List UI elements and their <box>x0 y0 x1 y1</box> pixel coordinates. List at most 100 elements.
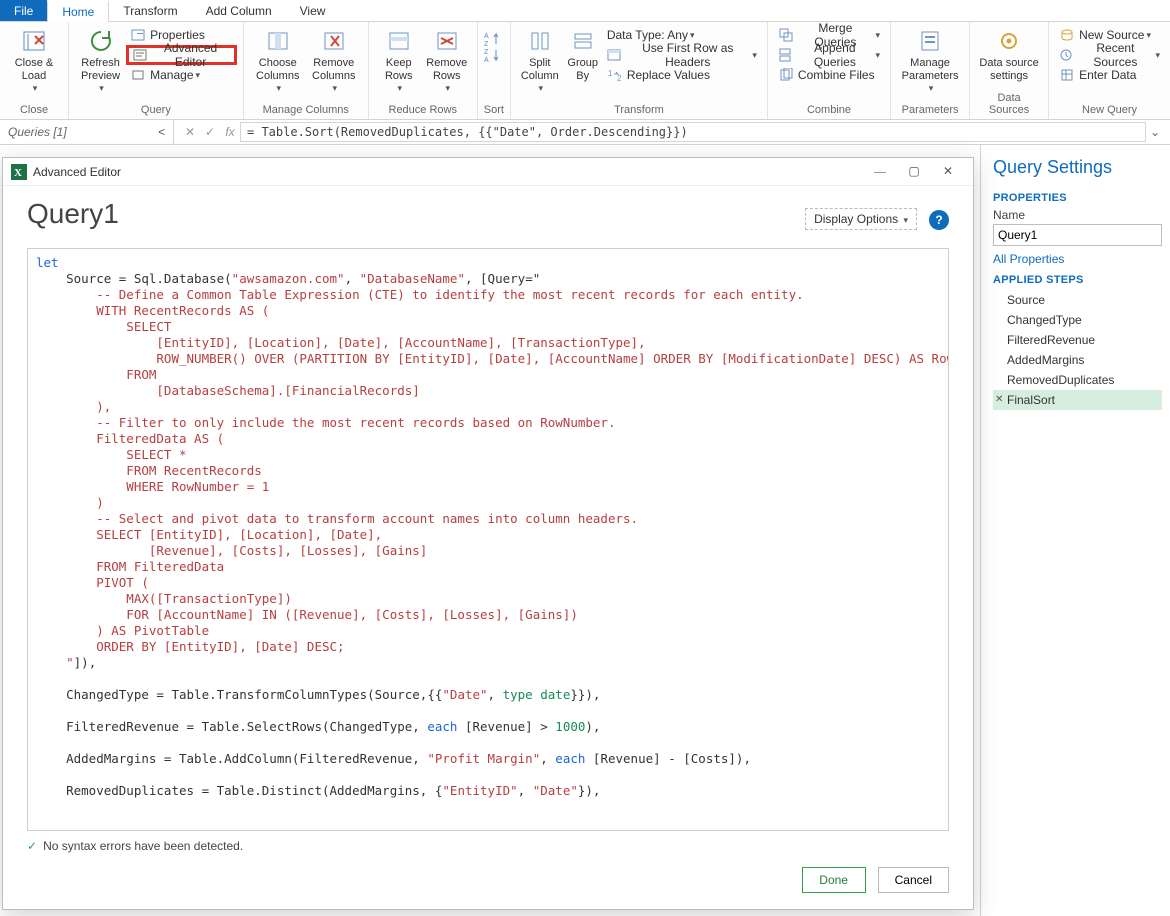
first-row-icon <box>607 47 621 63</box>
accept-formula-icon[interactable]: ✓ <box>200 125 220 139</box>
group-label-parameters: Parameters <box>897 102 963 119</box>
remove-columns-icon <box>320 27 348 55</box>
applied-step[interactable]: RemovedDuplicates <box>993 370 1162 390</box>
formula-row: Queries [1] < ✕ ✓ fx ⌄ <box>0 120 1170 145</box>
excel-icon: X <box>11 164 27 180</box>
queries-pane-header[interactable]: Queries [1] < <box>0 120 174 144</box>
ribbon-group-transform: Split Column▾ Group By Data Type: Any▾ U… <box>511 22 768 119</box>
choose-columns-label: Choose Columns <box>256 57 299 83</box>
manage-button[interactable]: Manage▾ <box>126 65 237 85</box>
editor-heading: Query1 <box>27 198 805 230</box>
all-properties-link[interactable]: All Properties <box>993 252 1162 266</box>
done-button[interactable]: Done <box>802 867 866 893</box>
help-button[interactable]: ? <box>929 210 949 230</box>
svg-text:X: X <box>14 167 22 179</box>
close-window-button[interactable]: ✕ <box>931 158 965 185</box>
code-editor[interactable]: let Source = Sql.Database("awsamazon.com… <box>27 248 949 831</box>
sort-desc-button[interactable]: ZA <box>484 47 502 63</box>
group-by-button[interactable]: Group By <box>563 25 603 85</box>
combine-files-label: Combine Files <box>798 68 875 82</box>
tab-transform[interactable]: Transform <box>109 0 191 21</box>
new-source-icon <box>1059 27 1075 43</box>
group-label-manage-columns: Manage Columns <box>250 102 362 119</box>
dropdown-caret-icon: ▾ <box>752 50 757 61</box>
enter-data-button[interactable]: Enter Data <box>1055 65 1164 85</box>
manage-parameters-button[interactable]: Manage Parameters▾ <box>897 25 963 96</box>
replace-values-button[interactable]: 12Replace Values <box>603 65 761 85</box>
advanced-editor-button[interactable]: Advanced Editor <box>126 45 237 65</box>
parameters-icon <box>916 27 944 55</box>
applied-step[interactable]: AddedMargins <box>993 350 1162 370</box>
dropdown-caret-icon: ▾ <box>1146 30 1151 41</box>
close-and-load-button[interactable]: Close & Load▾ <box>6 25 62 96</box>
split-column-button[interactable]: Split Column▾ <box>517 25 563 96</box>
maximize-button[interactable]: ▢ <box>897 158 931 185</box>
group-label-close: Close <box>6 102 62 119</box>
combine-files-button[interactable]: Combine Files <box>774 65 884 85</box>
ribbon-group-combine: Merge Queries▾ Append Queries▾ Combine F… <box>768 22 891 119</box>
recent-icon <box>1059 47 1073 63</box>
applied-step[interactable]: Source <box>993 290 1162 310</box>
data-source-settings-button[interactable]: Data source settings <box>976 25 1042 85</box>
dropdown-caret-icon: ▾ <box>397 83 402 94</box>
append-icon <box>778 47 792 63</box>
dropdown-caret-icon: ▾ <box>33 83 38 94</box>
remove-rows-label: Remove Rows <box>426 57 467 83</box>
cancel-formula-icon[interactable]: ✕ <box>180 125 200 139</box>
close-load-label: Close & Load <box>15 57 54 83</box>
manage-icon <box>130 67 146 83</box>
dropdown-caret-icon: ▾ <box>929 83 934 94</box>
display-options-button[interactable]: Display Options ▾ <box>805 208 917 230</box>
formula-expand-icon[interactable]: ⌄ <box>1146 125 1164 139</box>
dropdown-caret-icon: ▾ <box>196 70 201 81</box>
settings-title: Query Settings <box>993 157 1162 178</box>
enter-data-label: Enter Data <box>1079 68 1136 82</box>
remove-columns-button[interactable]: Remove Columns▾ <box>306 25 362 96</box>
syntax-status: ✓ No syntax errors have been detected. <box>3 831 973 857</box>
group-label-combine: Combine <box>774 102 884 119</box>
sort-asc-button[interactable]: AZ <box>484 31 502 47</box>
tab-file[interactable]: File <box>0 0 47 21</box>
tab-view[interactable]: View <box>286 0 340 21</box>
choose-columns-button[interactable]: Choose Columns▾ <box>250 25 306 96</box>
remove-rows-icon <box>433 27 461 55</box>
fx-icon[interactable]: fx <box>220 125 240 139</box>
svg-text:A: A <box>484 33 489 40</box>
tab-home[interactable]: Home <box>47 0 109 22</box>
cancel-button[interactable]: Cancel <box>878 867 949 893</box>
dropdown-caret-icon: ▾ <box>445 83 450 94</box>
dropdown-caret-icon: ▾ <box>539 83 544 94</box>
tab-add-column[interactable]: Add Column <box>192 0 286 21</box>
refresh-preview-button[interactable]: Refresh Preview▾ <box>75 25 126 96</box>
minimize-button[interactable]: — <box>863 158 897 185</box>
remove-rows-button[interactable]: Remove Rows▾ <box>423 25 471 96</box>
applied-step[interactable]: ChangedType <box>993 310 1162 330</box>
dropdown-caret-icon: ▾ <box>876 30 881 41</box>
keep-rows-button[interactable]: Keep Rows▾ <box>375 25 423 96</box>
append-queries-button[interactable]: Append Queries▾ <box>774 45 884 65</box>
keep-rows-label: Keep Rows <box>385 57 413 83</box>
group-label-new-query: New Query <box>1055 102 1164 119</box>
query-name-input[interactable] <box>993 224 1162 246</box>
gear-icon <box>995 27 1023 55</box>
formula-bar-input[interactable] <box>240 122 1146 142</box>
applied-steps-list: SourceChangedTypeFilteredRevenueAddedMar… <box>993 290 1162 410</box>
parameters-label: Manage Parameters <box>902 57 959 83</box>
applied-step[interactable]: FinalSort <box>993 390 1162 410</box>
dropdown-caret-icon: ▾ <box>690 30 695 41</box>
status-text: No syntax errors have been detected. <box>43 839 243 853</box>
enter-data-icon <box>1059 67 1075 83</box>
ribbon-group-parameters: Manage Parameters▾ Parameters <box>891 22 970 119</box>
editor-titlebar[interactable]: X Advanced Editor — ▢ ✕ <box>3 158 973 186</box>
first-row-headers-button[interactable]: Use First Row as Headers▾ <box>603 45 761 65</box>
tab-bar: File Home Transform Add Column View <box>0 0 1170 22</box>
svg-text:Z: Z <box>484 49 489 56</box>
split-column-label: Split Column <box>521 57 559 83</box>
keep-rows-icon <box>385 27 413 55</box>
replace-label: Replace Values <box>627 68 710 82</box>
applied-step[interactable]: FilteredRevenue <box>993 330 1162 350</box>
group-label-sort: Sort <box>484 102 504 119</box>
ribbon-group-reduce-rows: Keep Rows▾ Remove Rows▾ Reduce Rows <box>369 22 478 119</box>
recent-sources-button[interactable]: Recent Sources▾ <box>1055 45 1164 65</box>
chevron-left-icon[interactable]: < <box>158 125 165 139</box>
